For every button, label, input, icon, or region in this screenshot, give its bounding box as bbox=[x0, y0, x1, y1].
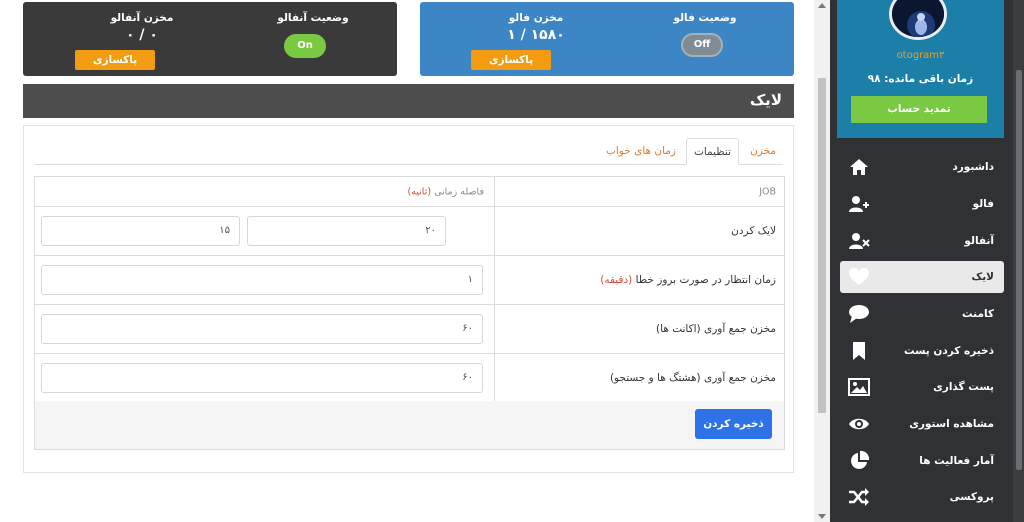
follow-status-label: وضعیت فالو bbox=[673, 12, 737, 24]
section-title: لایک bbox=[749, 91, 782, 109]
row-label-accounts-storage: مخزن جمع آوری (اکانت ها) bbox=[656, 323, 776, 335]
accounts-storage-input[interactable]: ۶۰ bbox=[41, 314, 483, 344]
table-header-job: JOB bbox=[759, 186, 776, 197]
home-icon bbox=[850, 159, 868, 175]
sidebar-item-like[interactable]: لایک bbox=[840, 261, 1004, 293]
scroll-down-arrow[interactable] bbox=[818, 514, 826, 519]
sidebar-item-label: پروکسی bbox=[949, 491, 994, 503]
error-wait-input[interactable]: ۱ bbox=[41, 265, 483, 295]
avatar-image bbox=[892, 0, 944, 37]
main-content: مخزن آنفالو ۰ / ۰ پاکسازی مخزن وضعیت آنف… bbox=[0, 0, 814, 522]
like-interval-min-input[interactable]: ۱۵ bbox=[41, 216, 240, 246]
sidebar-scroll-thumb[interactable] bbox=[1016, 70, 1022, 470]
row-label-error-wait: زمان انتظار در صورت بروز خطا (دقیقه) bbox=[600, 274, 776, 286]
follow-toggle[interactable]: Off bbox=[681, 33, 723, 57]
table-row: مخزن جمع آوری (هشتگ ها و جستجو) ۶۰ bbox=[35, 354, 784, 403]
table-header-job-cell: JOB bbox=[494, 177, 784, 206]
sidebar-item-activity-stats[interactable]: آمار فعالیت ها bbox=[840, 445, 1004, 477]
user-plus-icon bbox=[849, 196, 869, 212]
sidebar-item-label: مشاهده استوری bbox=[909, 418, 994, 430]
unfollow-status-label: وضعیت آنفالو bbox=[277, 12, 349, 24]
sidebar-item-save-post[interactable]: ذخیره کردن پست bbox=[840, 335, 1004, 367]
hashtag-storage-input[interactable]: ۶۰ bbox=[41, 363, 483, 393]
pie-chart-icon bbox=[851, 450, 870, 469]
sidebar-item-label: لایک bbox=[971, 271, 994, 283]
error-wait-unit: (دقیقه) bbox=[600, 274, 633, 286]
table-header-interval: فاصله زمانی (ثانیه) bbox=[408, 186, 485, 197]
sidebar-item-post[interactable]: پست گذاری bbox=[840, 371, 1004, 403]
sidebar-item-label: فالو bbox=[972, 198, 994, 210]
tab-settings[interactable]: تنظیمات bbox=[685, 138, 739, 165]
unfollow-storage-label: مخزن آنفالو bbox=[110, 12, 174, 24]
sidebar-item-label: داشبورد bbox=[952, 161, 994, 173]
profile-box: otogram۳ زمان باقی مانده: ۹۸ تمدید حساب bbox=[837, 0, 1004, 138]
sidebar-item-label: پست گذاری bbox=[933, 381, 994, 393]
table-row: لایک کردن ۲۰ ۱۵ bbox=[35, 207, 784, 256]
sidebar-item-follow[interactable]: فالو bbox=[840, 188, 1004, 220]
row-label-cell: مخزن جمع آوری (هشتگ ها و جستجو) bbox=[494, 354, 784, 402]
table-row: زمان انتظار در صورت بروز خطا (دقیقه) ۱ bbox=[35, 256, 784, 305]
user-remove-icon bbox=[849, 233, 870, 249]
renew-account-button[interactable]: تمدید حساب bbox=[851, 96, 987, 123]
sidebar-item-label: آمار فعالیت ها bbox=[919, 455, 994, 467]
settings-panel: مخزن تنظیمات زمان های خواب JOB فاصله زما… bbox=[23, 125, 794, 473]
table-footer: ذخیره کردن bbox=[35, 401, 784, 449]
tab-storage[interactable]: مخزن bbox=[743, 138, 783, 165]
sidebar-item-comment[interactable]: کامنت bbox=[840, 298, 1004, 330]
settings-table: JOB فاصله زمانی (ثانیه) لایک کردن ۲۰ ۱۵ bbox=[34, 176, 785, 450]
follow-storage-label: مخزن فالو bbox=[508, 12, 564, 24]
avatar[interactable] bbox=[889, 0, 947, 40]
scroll-up-arrow[interactable] bbox=[818, 3, 826, 8]
row-label-cell: مخزن جمع آوری (اکانت ها) bbox=[494, 305, 784, 353]
section-header: لایک bbox=[23, 84, 794, 118]
eye-icon bbox=[849, 418, 869, 430]
like-interval-max-input[interactable]: ۲۰ bbox=[247, 216, 446, 246]
sidebar-item-label: ذخیره کردن پست bbox=[903, 345, 994, 357]
sidebar-item-dashboard[interactable]: داشبورد bbox=[840, 151, 1004, 183]
shuffle-icon bbox=[849, 488, 869, 506]
row-label-like: لایک کردن bbox=[731, 225, 776, 237]
sidebar: otogram۳ زمان باقی مانده: ۹۸ تمدید حساب … bbox=[830, 0, 1024, 522]
table-header-row: JOB فاصله زمانی (ثانیه) bbox=[35, 177, 784, 207]
follow-status-card: مخزن فالو ۱ / ۱۵۸۰ پاکسازی مخزن وضعیت فا… bbox=[420, 2, 794, 86]
unfollow-status-card: مخزن آنفالو ۰ / ۰ پاکسازی مخزن وضعیت آنف… bbox=[23, 2, 397, 86]
interval-label: فاصله زمانی bbox=[434, 186, 484, 197]
error-wait-label: زمان انتظار در صورت بروز خطا bbox=[635, 274, 776, 286]
tabs: مخزن تنظیمات زمان های خواب bbox=[34, 138, 783, 165]
follow-storage-value: ۱ / ۱۵۸۰ bbox=[507, 27, 565, 43]
bookmark-icon bbox=[853, 342, 865, 360]
sidebar-item-unfollow[interactable]: آنفالو bbox=[840, 225, 1004, 257]
unfollow-toggle[interactable]: On bbox=[284, 34, 326, 58]
sidebar-item-label: کامنت bbox=[962, 308, 994, 320]
follow-clear-storage-button[interactable]: پاکسازی مخزن bbox=[471, 50, 551, 86]
save-button[interactable]: ذخیره کردن bbox=[695, 409, 772, 439]
username: otogram۳ bbox=[896, 50, 945, 61]
tab-sleep-times[interactable]: زمان های خواب bbox=[599, 138, 683, 165]
sidebar-item-label: آنفالو bbox=[964, 235, 994, 247]
row-label-cell: زمان انتظار در صورت بروز خطا (دقیقه) bbox=[494, 256, 784, 304]
unfollow-clear-storage-button[interactable]: پاکسازی مخزن bbox=[75, 50, 155, 86]
scroll-thumb[interactable] bbox=[818, 78, 826, 413]
sidebar-scrollbar[interactable] bbox=[1013, 0, 1024, 522]
row-label-hashtag-storage: مخزن جمع آوری (هشتگ ها و جستجو) bbox=[609, 372, 776, 384]
row-label-cell: لایک کردن bbox=[494, 207, 784, 255]
interval-unit: (ثانیه) bbox=[407, 186, 432, 197]
heart-icon bbox=[849, 268, 869, 285]
comment-icon bbox=[849, 305, 869, 323]
page-scrollbar[interactable] bbox=[814, 0, 830, 522]
remaining-time: زمان باقی مانده: ۹۸ bbox=[867, 73, 974, 85]
sidebar-item-proxy[interactable]: پروکسی bbox=[840, 481, 1004, 513]
table-row: مخزن جمع آوری (اکانت ها) ۶۰ bbox=[35, 305, 784, 354]
unfollow-storage-value: ۰ / ۰ bbox=[126, 27, 158, 43]
sidebar-item-view-story[interactable]: مشاهده استوری bbox=[840, 408, 1004, 440]
image-icon bbox=[848, 378, 870, 396]
